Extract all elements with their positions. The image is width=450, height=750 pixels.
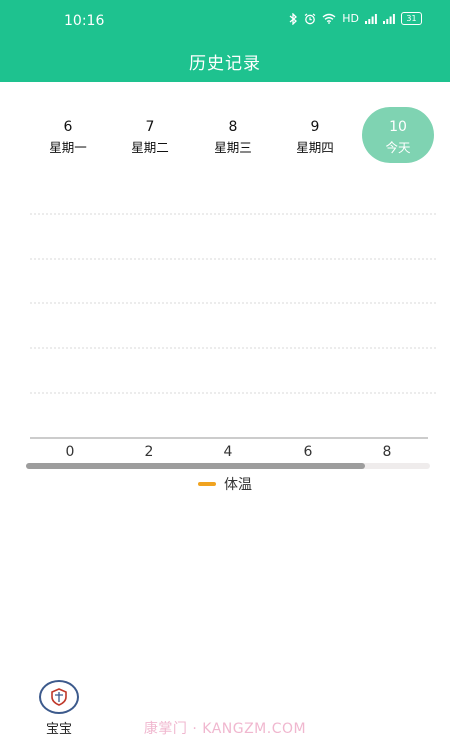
x-tick-label: 6	[304, 444, 313, 460]
date-day: 9	[310, 119, 320, 135]
legend-label: 体温	[224, 477, 252, 493]
temperature-chart[interactable]: 0 2 4 6 8	[0, 190, 450, 490]
date-item[interactable]: 6 星期一	[38, 119, 98, 156]
date-day: 7	[145, 119, 155, 135]
date-item-today[interactable]: 10 今天	[362, 107, 434, 163]
date-day: 6	[63, 119, 73, 135]
status-icons: HD 31	[289, 12, 422, 25]
date-weekday: 星期二	[131, 140, 169, 155]
watermark: 康掌门 · KANGZM.COM	[143, 721, 307, 737]
status-time: 10:16	[64, 13, 105, 29]
signal-icon-2	[383, 13, 395, 24]
date-item[interactable]: 9 星期四	[285, 119, 345, 156]
x-tick-label: 4	[224, 444, 233, 460]
page-title: 历史记录	[189, 54, 261, 74]
chart-scrollbar-thumb[interactable]	[26, 463, 366, 469]
header-bar: 10:16 HD 31 历史记录	[0, 0, 450, 82]
x-tick-label: 0	[66, 444, 75, 460]
date-day: 8	[228, 119, 238, 135]
bluetooth-icon	[289, 12, 298, 25]
legend-swatch	[198, 482, 216, 486]
alarm-icon	[304, 13, 316, 25]
date-item[interactable]: 8 星期三	[203, 119, 263, 156]
date-item[interactable]: 7 星期二	[120, 119, 180, 156]
x-tick-label: 2	[145, 444, 154, 460]
date-weekday: 星期四	[296, 140, 334, 155]
date-weekday: 星期一	[49, 140, 87, 155]
chart-scrollbar[interactable]	[26, 463, 430, 469]
battery-icon: 31	[401, 12, 422, 25]
date-selector: 6 星期一 7 星期二 8 星期三 9 星期四 10 今天	[0, 105, 450, 165]
date-day: 10	[389, 119, 407, 135]
date-weekday: 星期三	[214, 140, 252, 155]
wifi-icon	[322, 13, 336, 24]
chart-svg: 0 2 4 6 8	[30, 213, 438, 460]
baby-avatar-icon	[39, 680, 79, 714]
chart-legend: 体温	[0, 474, 450, 494]
network-label: HD	[342, 12, 359, 25]
x-tick-label: 8	[383, 444, 392, 460]
date-weekday: 今天	[385, 140, 411, 155]
signal-icon-1	[365, 13, 377, 24]
